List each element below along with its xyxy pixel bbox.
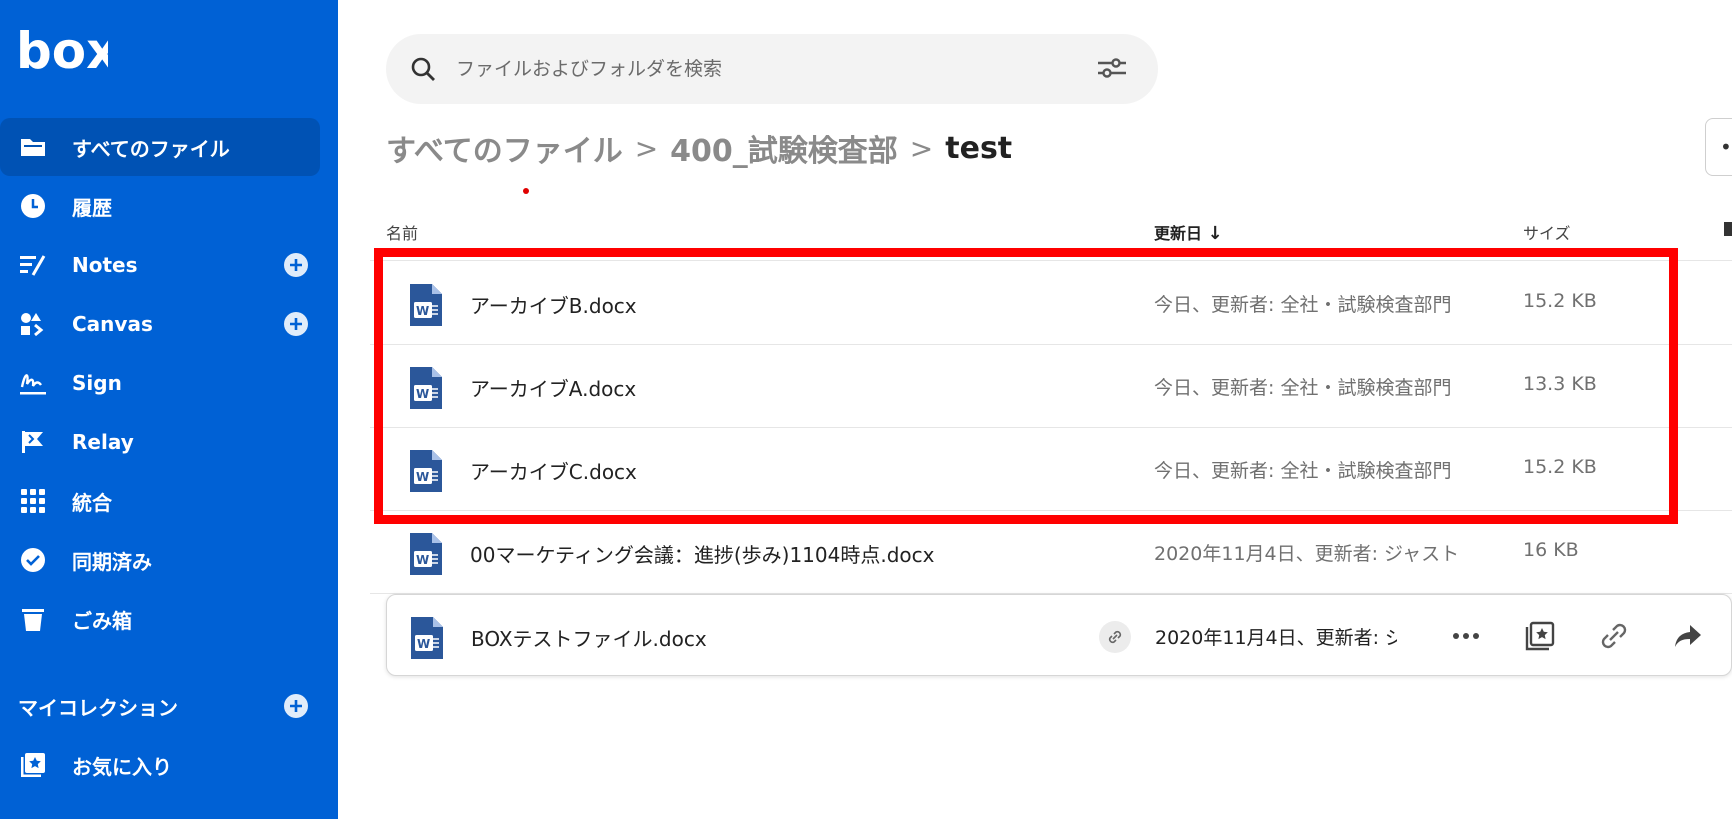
column-header-name[interactable]: 名前: [386, 220, 418, 244]
file-size: 13.3 KB: [1523, 373, 1597, 395]
breadcrumb: すべてのファイル > 400_試験検査部 > test: [386, 126, 1012, 170]
svg-text:W: W: [416, 387, 429, 401]
copy-link-button[interactable]: [1593, 615, 1635, 657]
table-row[interactable]: W アーカイブA.docx 今日、更新者: 全社・試験検査部門 13.3 KB: [370, 345, 1732, 428]
table-row[interactable]: W BOXテストファイル.docx 2020年11月4日、更新者: ジ: [386, 594, 1732, 676]
file-name[interactable]: 00マーケティング会議：進捗(歩み)1104時点.docx: [470, 539, 934, 568]
sign-icon: [18, 368, 48, 398]
plus-icon: [290, 259, 302, 271]
file-modified: 2020年11月4日、更新者: ジャスト: [1154, 543, 1460, 565]
more-actions-button[interactable]: [1445, 615, 1487, 657]
share-button[interactable]: [1667, 615, 1709, 657]
sort-down-icon: ↓: [1207, 223, 1223, 244]
column-header-size[interactable]: サイズ: [1523, 220, 1571, 244]
word-file-icon: W: [409, 615, 445, 665]
breadcrumb-root[interactable]: すべてのファイル: [386, 126, 623, 170]
file-modified: 今日、更新者: 全社・試験検査部門: [1154, 294, 1452, 316]
ellipsis-icon: •••: [1720, 135, 1732, 159]
svg-text:W: W: [416, 470, 429, 484]
word-file-icon: W: [408, 282, 444, 332]
search-icon[interactable]: [410, 56, 436, 86]
sidebar-item-label: お気に入り: [72, 754, 172, 779]
canvas-icon: [18, 309, 48, 339]
more-options-button[interactable]: •••: [1705, 118, 1732, 176]
chevron-right-icon: >: [909, 131, 934, 165]
box-logo[interactable]: box: [16, 22, 118, 80]
sidebar-item-favorites[interactable]: お気に入り: [0, 736, 320, 794]
grid-icon: [18, 486, 48, 516]
table-row[interactable]: W 00マーケティング会議：進捗(歩み)1104時点.docx 2020年11月…: [370, 511, 1732, 594]
file-size: 15.2 KB: [1523, 290, 1597, 312]
breadcrumb-parent[interactable]: 400_試験検査部: [670, 126, 898, 170]
header-divider: [370, 260, 1732, 261]
sidebar-item-canvas[interactable]: Canvas: [0, 295, 320, 353]
relay-icon: [18, 427, 48, 457]
file-size: 15.2 KB: [1523, 456, 1597, 478]
file-modified: 2020年11月4日、更新者: ジ: [1155, 627, 1397, 649]
file-size: 16 KB: [1523, 539, 1579, 561]
sidebar-item-notes[interactable]: Notes: [0, 236, 320, 294]
word-file-icon: W: [408, 531, 444, 581]
sidebar-item-synced[interactable]: 同期済み: [0, 531, 320, 589]
add-to-collection-button[interactable]: [1519, 615, 1561, 657]
search-input[interactable]: [456, 50, 1036, 88]
sidebar-item-label: Canvas: [72, 312, 153, 336]
shared-link-icon[interactable]: [1099, 621, 1131, 653]
chevron-right-icon: >: [634, 131, 659, 165]
my-collections-title: マイコレクション: [18, 696, 178, 720]
word-file-icon: W: [408, 365, 444, 415]
filter-icon[interactable]: [1096, 56, 1128, 84]
column-header-modified[interactable]: 更新日 ↓: [1154, 220, 1223, 244]
check-circle-icon: [18, 545, 48, 575]
file-name[interactable]: アーカイブC.docx: [470, 456, 637, 485]
sidebar-item-label: Relay: [72, 430, 134, 454]
folder-icon: [18, 132, 48, 162]
file-modified: 今日、更新者: 全社・試験検査部門: [1154, 460, 1452, 482]
trash-icon: [18, 604, 48, 634]
sidebar-item-label: すべてのファイル: [72, 136, 230, 161]
file-modified: 今日、更新者: 全社・試験検査部門: [1154, 377, 1452, 399]
box-logo-icon: box: [16, 22, 118, 80]
search-bar: [386, 34, 1158, 104]
sidebar-item-integrations[interactable]: 統合: [0, 472, 320, 530]
sidebar-item-relay[interactable]: Relay: [0, 413, 320, 471]
add-collection-button[interactable]: [284, 694, 308, 718]
view-toggle-icon[interactable]: [1724, 222, 1732, 236]
share-arrow-icon: [1675, 625, 1701, 647]
sidebar-item-label: ごみ箱: [72, 608, 132, 633]
sidebar-item-history[interactable]: 履歴: [0, 177, 320, 235]
add-canvas-button[interactable]: [284, 312, 308, 336]
ellipsis-icon: [1453, 633, 1479, 639]
svg-text:W: W: [416, 304, 429, 318]
sidebar-item-label: 履歴: [72, 195, 112, 220]
favorites-icon: [18, 750, 48, 780]
sidebar-item-sign[interactable]: Sign: [0, 354, 320, 412]
table-row[interactable]: W アーカイブC.docx 今日、更新者: 全社・試験検査部門 15.2 KB: [370, 428, 1732, 511]
clock-icon: [18, 191, 48, 221]
sidebar-item-label: Sign: [72, 371, 122, 395]
add-note-button[interactable]: [284, 253, 308, 277]
sidebar-item-label: 同期済み: [72, 549, 152, 574]
column-header-modified-label: 更新日: [1154, 224, 1203, 243]
logo-text: box: [16, 26, 108, 74]
collection-star-icon: [1525, 621, 1555, 651]
file-name[interactable]: アーカイブA.docx: [470, 373, 636, 402]
file-name[interactable]: アーカイブB.docx: [470, 290, 637, 319]
notes-icon: [18, 250, 48, 280]
breadcrumb-current: test: [945, 130, 1013, 166]
red-dot-marker: [523, 188, 529, 194]
sidebar-item-all-files[interactable]: すべてのファイル: [0, 118, 320, 176]
svg-text:W: W: [417, 637, 430, 651]
word-file-icon: W: [408, 448, 444, 498]
sidebar-item-trash[interactable]: ごみ箱: [0, 590, 320, 648]
plus-icon: [290, 700, 302, 712]
svg-text:W: W: [416, 553, 429, 567]
link-icon: [1601, 623, 1627, 649]
sidebar: box すべてのファイル 履歴 Notes Canvas Sign Relay …: [0, 0, 338, 819]
file-name[interactable]: BOXテストファイル.docx: [471, 623, 707, 652]
sidebar-item-label: Notes: [72, 253, 138, 277]
sidebar-item-label: 統合: [72, 490, 112, 515]
table-row[interactable]: W アーカイブB.docx 今日、更新者: 全社・試験検査部門 15.2 KB: [370, 262, 1732, 345]
plus-icon: [290, 318, 302, 330]
